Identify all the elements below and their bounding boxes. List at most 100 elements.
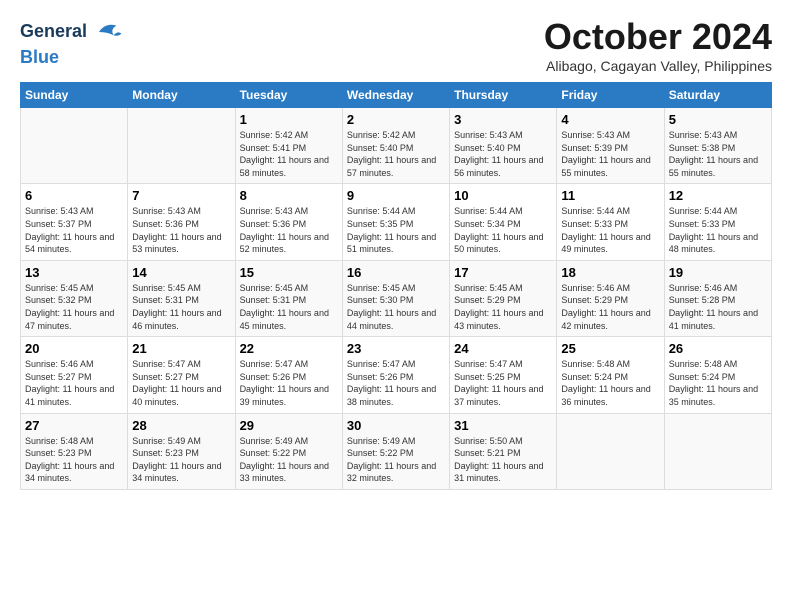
day-cell: 7 Sunrise: 5:43 AMSunset: 5:36 PMDaylight… <box>128 184 235 260</box>
day-cell: 19 Sunrise: 5:46 AMSunset: 5:28 PMDayligh… <box>664 260 771 336</box>
day-detail: Sunrise: 5:45 AMSunset: 5:32 PMDaylight:… <box>25 282 123 332</box>
col-tuesday: Tuesday <box>235 83 342 108</box>
day-number: 17 <box>454 265 552 280</box>
day-cell: 3 Sunrise: 5:43 AMSunset: 5:40 PMDaylight… <box>450 108 557 184</box>
day-detail: Sunrise: 5:46 AMSunset: 5:29 PMDaylight:… <box>561 282 659 332</box>
day-detail: Sunrise: 5:44 AMSunset: 5:33 PMDaylight:… <box>561 205 659 255</box>
day-cell: 18 Sunrise: 5:46 AMSunset: 5:29 PMDayligh… <box>557 260 664 336</box>
day-detail: Sunrise: 5:45 AMSunset: 5:31 PMDaylight:… <box>240 282 338 332</box>
day-detail: Sunrise: 5:44 AMSunset: 5:33 PMDaylight:… <box>669 205 767 255</box>
day-number: 12 <box>669 188 767 203</box>
day-number: 24 <box>454 341 552 356</box>
calendar-table: SundayMondayTuesdayWednesdayThursdayFrid… <box>20 82 772 490</box>
day-cell <box>128 108 235 184</box>
day-cell: 16 Sunrise: 5:45 AMSunset: 5:30 PMDayligh… <box>342 260 449 336</box>
day-detail: Sunrise: 5:44 AMSunset: 5:34 PMDaylight:… <box>454 205 552 255</box>
day-number: 27 <box>25 418 123 433</box>
day-cell <box>21 108 128 184</box>
day-cell: 9 Sunrise: 5:44 AMSunset: 5:35 PMDaylight… <box>342 184 449 260</box>
day-number: 25 <box>561 341 659 356</box>
day-number: 16 <box>347 265 445 280</box>
title-area: October 2024 Alibago, Cagayan Valley, Ph… <box>544 16 772 74</box>
day-cell: 20Sunrise: 5:46 AMSunset: 5:27 PMDayligh… <box>21 337 128 413</box>
day-number: 11 <box>561 188 659 203</box>
col-sunday: Sunday <box>21 83 128 108</box>
day-number: 3 <box>454 112 552 127</box>
day-cell: 15 Sunrise: 5:45 AMSunset: 5:31 PMDayligh… <box>235 260 342 336</box>
day-number: 6 <box>25 188 123 203</box>
col-monday: Monday <box>128 83 235 108</box>
day-detail: Sunrise: 5:44 AMSunset: 5:35 PMDaylight:… <box>347 205 445 255</box>
day-number: 13 <box>25 265 123 280</box>
day-detail: Sunrise: 5:45 AMSunset: 5:31 PMDaylight:… <box>132 282 230 332</box>
day-number: 26 <box>669 341 767 356</box>
day-number: 30 <box>347 418 445 433</box>
day-number: 31 <box>454 418 552 433</box>
day-detail: Sunrise: 5:43 AMSunset: 5:38 PMDaylight:… <box>669 129 767 179</box>
day-cell: 10 Sunrise: 5:44 AMSunset: 5:34 PMDayligh… <box>450 184 557 260</box>
day-number: 9 <box>347 188 445 203</box>
day-detail: Sunrise: 5:47 AMSunset: 5:26 PMDaylight:… <box>347 358 445 408</box>
day-number: 10 <box>454 188 552 203</box>
day-detail: Sunrise: 5:43 AMSunset: 5:36 PMDaylight:… <box>240 205 338 255</box>
day-number: 1 <box>240 112 338 127</box>
day-cell: 26Sunrise: 5:48 AMSunset: 5:24 PMDayligh… <box>664 337 771 413</box>
header-row: SundayMondayTuesdayWednesdayThursdayFrid… <box>21 83 772 108</box>
day-cell: 2 Sunrise: 5:42 AMSunset: 5:40 PMDaylight… <box>342 108 449 184</box>
day-cell: 24 Sunrise: 5:47 AMSunset: 5:25 PMDayligh… <box>450 337 557 413</box>
week-row-1: 1 Sunrise: 5:42 AMSunset: 5:41 PMDaylight… <box>21 108 772 184</box>
day-detail: Sunrise: 5:49 AMSunset: 5:23 PMDaylight:… <box>132 435 230 485</box>
day-cell: 28Sunrise: 5:49 AMSunset: 5:23 PMDayligh… <box>128 413 235 489</box>
day-cell: 5 Sunrise: 5:43 AMSunset: 5:38 PMDaylight… <box>664 108 771 184</box>
day-cell: 1 Sunrise: 5:42 AMSunset: 5:41 PMDaylight… <box>235 108 342 184</box>
day-detail: Sunrise: 5:45 AMSunset: 5:30 PMDaylight:… <box>347 282 445 332</box>
week-row-2: 6 Sunrise: 5:43 AMSunset: 5:37 PMDaylight… <box>21 184 772 260</box>
day-cell: 13 Sunrise: 5:45 AMSunset: 5:32 PMDayligh… <box>21 260 128 336</box>
day-number: 15 <box>240 265 338 280</box>
day-cell: 23 Sunrise: 5:47 AMSunset: 5:26 PMDayligh… <box>342 337 449 413</box>
day-detail: Sunrise: 5:42 AMSunset: 5:40 PMDaylight:… <box>347 129 445 179</box>
day-detail: Sunrise: 5:49 AMSunset: 5:22 PMDaylight:… <box>347 435 445 485</box>
week-row-4: 20Sunrise: 5:46 AMSunset: 5:27 PMDayligh… <box>21 337 772 413</box>
day-detail: Sunrise: 5:43 AMSunset: 5:36 PMDaylight:… <box>132 205 230 255</box>
col-wednesday: Wednesday <box>342 83 449 108</box>
day-number: 2 <box>347 112 445 127</box>
col-saturday: Saturday <box>664 83 771 108</box>
day-cell: 25 Sunrise: 5:48 AMSunset: 5:24 PMDayligh… <box>557 337 664 413</box>
day-cell: 21 Sunrise: 5:47 AMSunset: 5:27 PMDayligh… <box>128 337 235 413</box>
header: General Blue October 2024 Alibago, Cagay… <box>20 16 772 74</box>
day-detail: Sunrise: 5:50 AMSunset: 5:21 PMDaylight:… <box>454 435 552 485</box>
page: General Blue October 2024 Alibago, Cagay… <box>0 0 792 506</box>
day-cell: 6 Sunrise: 5:43 AMSunset: 5:37 PMDaylight… <box>21 184 128 260</box>
day-number: 14 <box>132 265 230 280</box>
logo-bird-icon <box>91 16 123 48</box>
day-detail: Sunrise: 5:47 AMSunset: 5:25 PMDaylight:… <box>454 358 552 408</box>
day-detail: Sunrise: 5:43 AMSunset: 5:40 PMDaylight:… <box>454 129 552 179</box>
day-number: 19 <box>669 265 767 280</box>
day-detail: Sunrise: 5:48 AMSunset: 5:24 PMDaylight:… <box>561 358 659 408</box>
day-detail: Sunrise: 5:45 AMSunset: 5:29 PMDaylight:… <box>454 282 552 332</box>
day-number: 20 <box>25 341 123 356</box>
day-number: 29 <box>240 418 338 433</box>
day-number: 4 <box>561 112 659 127</box>
day-cell: 8 Sunrise: 5:43 AMSunset: 5:36 PMDaylight… <box>235 184 342 260</box>
logo-blue: Blue <box>20 47 59 67</box>
day-detail: Sunrise: 5:49 AMSunset: 5:22 PMDaylight:… <box>240 435 338 485</box>
day-number: 5 <box>669 112 767 127</box>
day-number: 21 <box>132 341 230 356</box>
month-title: October 2024 <box>544 16 772 58</box>
day-number: 23 <box>347 341 445 356</box>
week-row-5: 27Sunrise: 5:48 AMSunset: 5:23 PMDayligh… <box>21 413 772 489</box>
day-cell: 29 Sunrise: 5:49 AMSunset: 5:22 PMDayligh… <box>235 413 342 489</box>
day-cell <box>557 413 664 489</box>
day-number: 7 <box>132 188 230 203</box>
col-thursday: Thursday <box>450 83 557 108</box>
day-detail: Sunrise: 5:46 AMSunset: 5:28 PMDaylight:… <box>669 282 767 332</box>
day-number: 18 <box>561 265 659 280</box>
col-friday: Friday <box>557 83 664 108</box>
day-cell: 30 Sunrise: 5:49 AMSunset: 5:22 PMDayligh… <box>342 413 449 489</box>
day-number: 8 <box>240 188 338 203</box>
day-detail: Sunrise: 5:47 AMSunset: 5:27 PMDaylight:… <box>132 358 230 408</box>
day-detail: Sunrise: 5:43 AMSunset: 5:37 PMDaylight:… <box>25 205 123 255</box>
day-detail: Sunrise: 5:42 AMSunset: 5:41 PMDaylight:… <box>240 129 338 179</box>
